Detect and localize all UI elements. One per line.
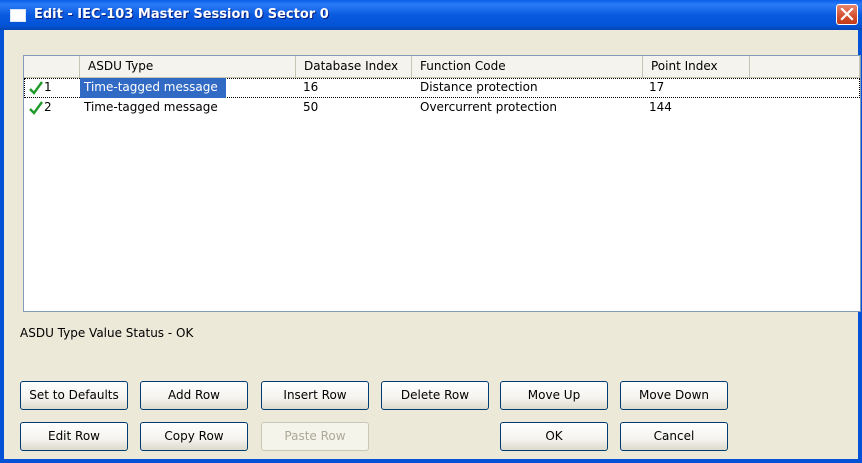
asdu-type-cell[interactable]: Time-tagged message bbox=[84, 98, 218, 118]
dialog-client-area: ASDU Type Database Index Function Code P… bbox=[4, 30, 861, 459]
table-row[interactable]: 2 Time-tagged message 50 Overcurrent pro… bbox=[24, 98, 860, 118]
asdu-type-cell[interactable]: Time-tagged message bbox=[80, 78, 226, 98]
point-index-cell[interactable]: 17 bbox=[649, 78, 664, 98]
ok-button[interactable]: OK bbox=[500, 422, 608, 451]
ok-check-icon bbox=[29, 101, 43, 115]
move-down-button[interactable]: Move Down bbox=[620, 381, 728, 410]
edit-dialog: Edit - IEC-103 Master Session 0 Sector 0… bbox=[0, 0, 862, 463]
copy-row-button[interactable]: Copy Row bbox=[140, 422, 248, 451]
point-index-cell[interactable]: 144 bbox=[649, 98, 672, 118]
column-header-database-index[interactable]: Database Index bbox=[296, 56, 412, 78]
function-code-cell[interactable]: Overcurrent protection bbox=[420, 98, 557, 118]
move-up-button[interactable]: Move Up bbox=[500, 381, 608, 410]
add-row-button[interactable]: Add Row bbox=[140, 381, 248, 410]
row-number: 2 bbox=[44, 100, 52, 114]
column-header-point-index[interactable]: Point Index bbox=[643, 56, 750, 78]
status-text: ASDU Type Value Status - OK bbox=[20, 326, 194, 340]
title-bar[interactable]: Edit - IEC-103 Master Session 0 Sector 0 bbox=[0, 0, 862, 30]
edit-row-button[interactable]: Edit Row bbox=[20, 422, 128, 451]
function-code-cell[interactable]: Distance protection bbox=[420, 78, 538, 98]
window-border-bottom bbox=[0, 459, 862, 463]
insert-row-button[interactable]: Insert Row bbox=[261, 381, 369, 410]
ok-check-icon bbox=[29, 81, 43, 95]
table-row[interactable]: 1 Time-tagged message 16 Distance protec… bbox=[24, 78, 860, 98]
window-icon bbox=[10, 9, 26, 22]
row-number: 1 bbox=[44, 80, 52, 94]
close-icon bbox=[840, 8, 854, 21]
window-title: Edit - IEC-103 Master Session 0 Sector 0 bbox=[34, 7, 329, 22]
cancel-button[interactable]: Cancel bbox=[620, 422, 728, 451]
delete-row-button[interactable]: Delete Row bbox=[381, 381, 489, 410]
column-header-number[interactable] bbox=[24, 56, 80, 78]
paste-row-button: Paste Row bbox=[261, 422, 369, 451]
column-header-filler bbox=[750, 56, 860, 78]
points-table[interactable]: ASDU Type Database Index Function Code P… bbox=[23, 55, 861, 312]
database-index-cell[interactable]: 50 bbox=[303, 98, 318, 118]
set-to-defaults-button[interactable]: Set to Defaults bbox=[20, 381, 128, 410]
close-button[interactable] bbox=[836, 4, 858, 25]
column-header-asdu-type[interactable]: ASDU Type bbox=[80, 56, 296, 78]
database-index-cell[interactable]: 16 bbox=[303, 78, 318, 98]
column-header-function-code[interactable]: Function Code bbox=[412, 56, 643, 78]
